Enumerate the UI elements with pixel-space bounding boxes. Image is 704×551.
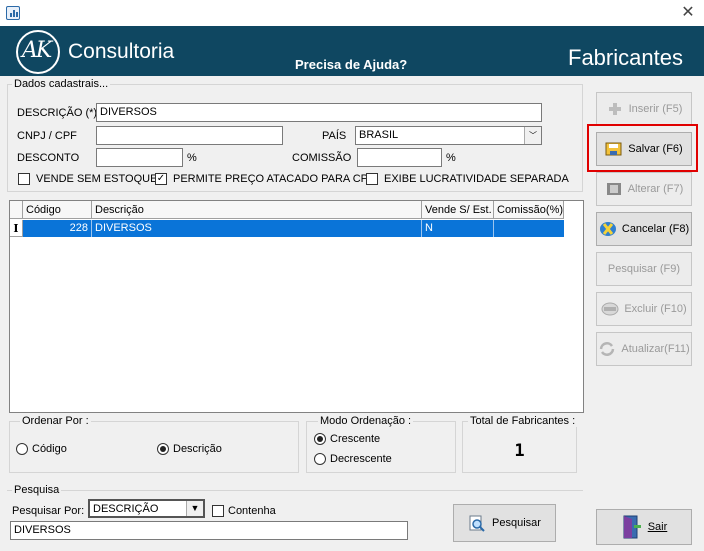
sair-label: Sair (647, 521, 668, 533)
cell-vende: N (422, 220, 494, 237)
minus-icon (601, 301, 619, 317)
pesquisar-button-label: Pesquisar (492, 517, 541, 529)
refresh-icon (598, 341, 616, 357)
sair-button[interactable]: Sair (596, 509, 692, 545)
comissao-percent: % (446, 152, 456, 164)
modo-label: Modo Ordenação : (318, 415, 414, 427)
pais-label: PAÍS (322, 130, 347, 142)
atualizar-label: Atualizar(F11) (621, 343, 690, 355)
ordenar-label: Ordenar Por : (20, 415, 91, 427)
permite-preco-checkbox[interactable]: ✓ (155, 173, 167, 185)
alterar-label: Alterar (F7) (627, 183, 684, 195)
contenha-label: Contenha (228, 505, 276, 517)
exibe-lucratividade-checkbox[interactable] (366, 173, 378, 185)
modo-decrescente-radio[interactable] (314, 453, 326, 465)
pesquisar-por-value: DESCRIÇÃO (93, 503, 159, 515)
brand-name: Consultoria (68, 40, 175, 63)
cancel-x-icon (599, 221, 617, 237)
check-icon: ✓ (156, 173, 166, 184)
magnifier-doc-icon (468, 515, 486, 532)
excluir-button[interactable]: Excluir (F10) (596, 292, 692, 326)
comissao-input[interactable] (357, 148, 442, 167)
pais-value: BRASIL (359, 129, 399, 141)
vende-sem-estoque-label: VENDE SEM ESTOQUE (36, 173, 158, 185)
pesquisa-divider (7, 490, 583, 491)
alterar-button[interactable]: Alterar (F7) (596, 172, 692, 206)
plus-icon (606, 101, 624, 117)
grid-indicator-header (10, 201, 23, 219)
atualizar-button[interactable]: Atualizar(F11) (596, 332, 692, 366)
pais-select[interactable]: BRASIL ﹀ (355, 126, 542, 145)
descricao-label: DESCRIÇÃO (*) (17, 107, 98, 119)
fabricantes-grid[interactable]: Código Descrição Vende S/ Est. Comissão(… (9, 200, 584, 413)
column-header-codigo[interactable]: Código (23, 201, 92, 219)
ordenar-descricao-label: Descrição (173, 443, 222, 455)
chevron-down-icon[interactable]: ﹀ (524, 127, 541, 144)
exibe-lucratividade-label: EXIBE LUCRATIVIDADE SEPARADA (384, 173, 569, 185)
page-title: Fabricantes (568, 45, 683, 70)
pesquisar-action-button[interactable]: Pesquisar (F9) (596, 252, 692, 286)
dados-cadastrais-label: Dados cadastrais... (12, 78, 111, 90)
cnpj-input[interactable] (96, 126, 283, 145)
total-label: Total de Fabricantes : (468, 415, 578, 427)
desconto-input[interactable] (96, 148, 183, 167)
comissao-label: COMISSÃO (292, 152, 352, 164)
cancelar-label: Cancelar (F8) (621, 223, 690, 235)
excluir-label: Excluir (F10) (624, 303, 687, 315)
app-icon (6, 6, 20, 20)
pesquisar-por-select[interactable]: DESCRIÇÃO ▼ (88, 499, 205, 518)
ordenar-descricao-radio[interactable] (157, 443, 169, 455)
pesquisa-query-input[interactable]: DIVERSOS (10, 521, 408, 540)
cancelar-button[interactable]: Cancelar (F8) (596, 212, 692, 246)
contenha-checkbox[interactable] (212, 505, 224, 517)
modo-group (306, 421, 456, 473)
cell-descricao: DIVERSOS (92, 220, 422, 237)
column-header-comissao[interactable]: Comissão(%) (494, 201, 564, 219)
film-edit-icon (605, 181, 623, 197)
cell-codigo: 228 (23, 220, 92, 237)
total-value: 1 (514, 441, 525, 461)
salvar-highlight-frame (587, 124, 698, 172)
pesquisar-button[interactable]: Pesquisar (453, 504, 556, 542)
pesquisar-action-label: Pesquisar (F9) (607, 263, 681, 275)
pesquisar-por-label: Pesquisar Por: (12, 505, 85, 517)
table-row[interactable]: 228 DIVERSOS N (23, 220, 564, 237)
ordenar-codigo-label: Código (32, 443, 67, 455)
inserir-button[interactable]: Inserir (F5) (596, 92, 692, 126)
modo-decrescente-label: Decrescente (330, 453, 392, 465)
logo-text: AK (22, 38, 52, 63)
pesquisa-label: Pesquisa (12, 484, 62, 496)
row-indicator-cursor: I (10, 220, 23, 237)
column-header-vende[interactable]: Vende S/ Est. (422, 201, 494, 219)
modo-crescente-label: Crescente (330, 433, 381, 445)
column-header-descricao[interactable]: Descrição (92, 201, 422, 219)
cnpj-label: CNPJ / CPF (17, 130, 77, 142)
desconto-percent: % (187, 152, 197, 164)
window-titlebar (0, 0, 704, 26)
desconto-label: DESCONTO (17, 152, 80, 164)
cell-comissao (494, 220, 564, 237)
vende-sem-estoque-checkbox[interactable] (18, 173, 30, 185)
ordenar-codigo-radio[interactable] (16, 443, 28, 455)
help-link[interactable]: Precisa de Ajuda? (295, 57, 407, 72)
exit-door-icon (621, 515, 643, 539)
modo-crescente-radio[interactable] (314, 433, 326, 445)
descricao-input[interactable]: DIVERSOS (96, 103, 542, 122)
permite-preco-label: PERMITE PREÇO ATACADO PARA CPF (173, 173, 375, 185)
inserir-label: Inserir (F5) (628, 103, 683, 115)
dropdown-arrow-icon[interactable]: ▼ (186, 501, 203, 516)
close-icon[interactable]: ✕ (678, 3, 698, 23)
